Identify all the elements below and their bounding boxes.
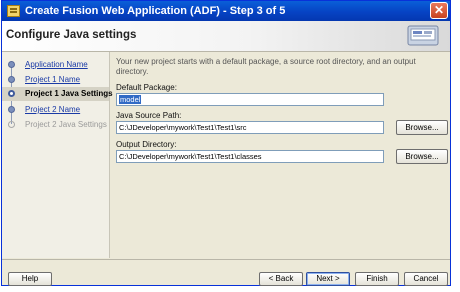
- project-settings-illustration-icon: [407, 25, 439, 46]
- close-button[interactable]: ✕: [430, 2, 448, 19]
- step-done-icon: [8, 76, 15, 83]
- settings-panel: Your new project starts with a default p…: [112, 52, 450, 258]
- step-application-name[interactable]: Application Name: [2, 58, 109, 72]
- step-label: Project 2 Name: [25, 105, 81, 114]
- step-pending-icon: [8, 121, 15, 128]
- page-title: Configure Java settings: [6, 29, 137, 41]
- output-directory-label: Output Directory:: [116, 140, 177, 149]
- help-button[interactable]: Help: [8, 272, 52, 286]
- step-project-1-name[interactable]: Project 1 Name: [2, 73, 109, 87]
- back-button[interactable]: < Back: [259, 272, 303, 286]
- step-label: Application Name: [25, 60, 88, 69]
- cancel-button[interactable]: Cancel: [404, 272, 448, 286]
- page-description: Your new project starts with a default p…: [116, 57, 416, 76]
- step-current-icon: [8, 90, 15, 97]
- default-package-label: Default Package:: [116, 83, 177, 92]
- step-done-icon: [8, 61, 15, 68]
- step-project-1-java-settings[interactable]: Project 1 Java Settings: [2, 87, 113, 101]
- wizard-window: Create Fusion Web Application (ADF) - St…: [1, 0, 451, 286]
- wizard-steps: Application Name Project 1 Name Project …: [2, 52, 113, 258]
- output-directory-field[interactable]: C:\JDeveloper\mywork\Test1\Test1\classes: [116, 150, 384, 163]
- footer-divider: [2, 259, 450, 260]
- step-done-icon: [8, 106, 15, 113]
- java-source-path-label: Java Source Path:: [116, 111, 182, 120]
- finish-button[interactable]: Finish: [355, 272, 399, 286]
- browse-output-button[interactable]: Browse...: [396, 149, 448, 164]
- next-button[interactable]: Next >: [306, 272, 350, 286]
- step-label: Project 1 Java Settings: [25, 89, 113, 98]
- java-source-path-field[interactable]: C:\JDeveloper\mywork\Test1\Test1\src: [116, 121, 384, 134]
- step-project-2-name[interactable]: Project 2 Name: [2, 103, 109, 117]
- browse-source-button[interactable]: Browse...: [396, 120, 448, 135]
- wizard-header: Configure Java settings: [2, 21, 450, 52]
- step-label: Project 1 Name: [25, 75, 81, 84]
- default-package-field[interactable]: model: [116, 93, 384, 106]
- application-icon: [7, 5, 20, 17]
- step-project-2-java-settings: Project 2 Java Settings: [2, 118, 109, 132]
- step-label: Project 2 Java Settings: [25, 120, 107, 129]
- title-bar[interactable]: Create Fusion Web Application (ADF) - St…: [2, 1, 450, 21]
- window-title: Create Fusion Web Application (ADF) - St…: [25, 5, 286, 17]
- selected-text: model: [119, 95, 142, 104]
